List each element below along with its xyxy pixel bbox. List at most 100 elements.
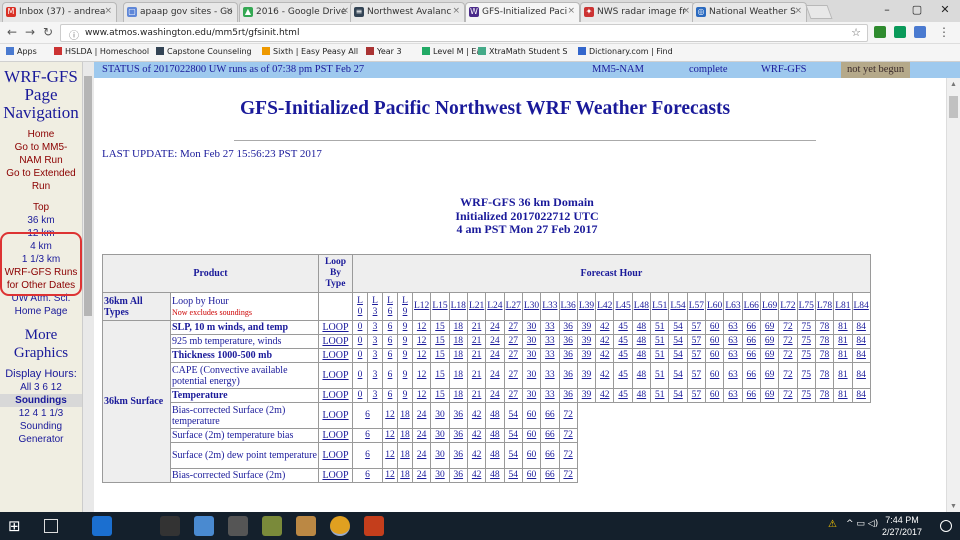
forecast-hour-link[interactable]: 18 bbox=[397, 428, 413, 443]
forecast-hour-link[interactable]: 63 bbox=[723, 334, 743, 349]
forecast-hour-link[interactable]: 6 bbox=[352, 468, 383, 483]
task-view-icon[interactable] bbox=[44, 519, 58, 533]
loop-link[interactable]: LOOP bbox=[318, 362, 353, 389]
forecast-hour-link[interactable]: 42 bbox=[466, 402, 487, 429]
bookmark-item[interactable]: XtraMath Student S bbox=[478, 47, 567, 56]
forecast-hour-link[interactable]: 60 bbox=[704, 388, 725, 403]
maximize-icon[interactable]: ▢ bbox=[902, 0, 932, 22]
loop-hour-link[interactable]: L39 bbox=[576, 292, 597, 321]
forecast-hour-link[interactable]: 33 bbox=[540, 348, 560, 363]
forecast-hour-link[interactable]: 30 bbox=[521, 388, 542, 403]
loop-hour-link[interactable]: L72 bbox=[778, 292, 798, 321]
loop-hour-link[interactable]: L75 bbox=[796, 292, 816, 321]
system-clock[interactable]: 7:44 PM 2/27/2017 bbox=[882, 514, 922, 538]
forecast-hour-link[interactable]: 12 bbox=[382, 468, 398, 483]
browser-tab[interactable]: ◎ National Weather S × bbox=[692, 2, 807, 22]
forecast-hour-link[interactable]: 30 bbox=[521, 320, 542, 335]
forecast-hour-link[interactable]: 18 bbox=[448, 334, 468, 349]
forecast-hour-link[interactable]: 24 bbox=[485, 348, 505, 363]
tab-close-icon[interactable]: × bbox=[682, 6, 690, 16]
forecast-hour-link[interactable]: 27 bbox=[503, 320, 523, 335]
forecast-hour-link[interactable]: 63 bbox=[723, 362, 743, 389]
forecast-hour-link[interactable]: 18 bbox=[397, 468, 413, 483]
forecast-hour-link[interactable]: 60 bbox=[704, 348, 725, 363]
go-extended-link[interactable]: Go to Extended Run bbox=[0, 167, 82, 193]
forecast-hour-link[interactable]: 33 bbox=[540, 388, 560, 403]
new-tab-button[interactable] bbox=[805, 5, 833, 19]
forecast-hour-link[interactable]: 45 bbox=[613, 362, 633, 389]
bookmark-item[interactable]: Sixth | Easy Peasy All bbox=[262, 47, 358, 56]
forecast-hour-link[interactable]: 33 bbox=[540, 362, 560, 389]
loop-hour-link[interactable]: L42 bbox=[595, 292, 615, 321]
forecast-hour-link[interactable]: 9 bbox=[397, 348, 413, 363]
browser-tab[interactable]: ✦ NWS radar image fr × bbox=[580, 2, 695, 22]
loop-hour-link[interactable]: L 6 bbox=[382, 292, 398, 321]
forecast-hour-link[interactable]: 81 bbox=[833, 334, 853, 349]
forecast-hour-link[interactable]: 72 bbox=[778, 388, 798, 403]
browser-tab[interactable]: M Inbox (37) - andrea × bbox=[2, 2, 117, 22]
forecast-hour-link[interactable]: 75 bbox=[796, 334, 816, 349]
browser-tab[interactable]: ▲ 2016 - Google Drive × bbox=[239, 2, 354, 22]
loop-link[interactable]: LOOP bbox=[318, 402, 353, 429]
forecast-hour-link[interactable]: 21 bbox=[466, 348, 487, 363]
calculator-icon[interactable] bbox=[228, 516, 248, 536]
forecast-hour-link[interactable]: 42 bbox=[595, 362, 615, 389]
forecast-hour-link[interactable]: 30 bbox=[430, 428, 450, 443]
forecast-hour-link[interactable]: 48 bbox=[631, 320, 652, 335]
forecast-hour-link[interactable]: 48 bbox=[485, 402, 505, 429]
forecast-hour-link[interactable]: 66 bbox=[741, 320, 761, 335]
forecast-hour-link[interactable]: 57 bbox=[686, 320, 707, 335]
loop-hour-link[interactable]: L21 bbox=[466, 292, 487, 321]
loop-hour-link[interactable]: L81 bbox=[833, 292, 853, 321]
extension-icon[interactable] bbox=[874, 26, 886, 38]
forecast-hour-link[interactable]: 72 bbox=[558, 468, 578, 483]
forecast-hour-link[interactable]: 72 bbox=[778, 362, 798, 389]
loop-hour-link[interactable]: L36 bbox=[558, 292, 578, 321]
forecast-hour-link[interactable]: 36 bbox=[448, 442, 468, 469]
forecast-hour-link[interactable]: 60 bbox=[521, 468, 542, 483]
forecast-hour-link[interactable]: 6 bbox=[382, 348, 398, 363]
forecast-hour-link[interactable]: 51 bbox=[650, 362, 670, 389]
forecast-hour-link[interactable]: 6 bbox=[382, 362, 398, 389]
forecast-hour-link[interactable]: 72 bbox=[558, 402, 578, 429]
forecast-hour-link[interactable]: 30 bbox=[521, 348, 542, 363]
forecast-hour-link[interactable]: 27 bbox=[503, 362, 523, 389]
forecast-hour-link[interactable]: 54 bbox=[503, 468, 523, 483]
info-icon[interactable]: ⓘ bbox=[69, 27, 79, 41]
loop-link[interactable]: LOOP bbox=[318, 388, 353, 403]
reload-icon[interactable]: ↻ bbox=[40, 25, 56, 39]
forecast-hour-link[interactable]: 69 bbox=[759, 334, 780, 349]
loop-hour-link[interactable]: L69 bbox=[759, 292, 780, 321]
forecast-hour-link[interactable]: 72 bbox=[778, 348, 798, 363]
forecast-hour-link[interactable]: 78 bbox=[814, 362, 835, 389]
scroll-up-icon[interactable]: ▲ bbox=[950, 80, 957, 88]
forecast-hour-link[interactable]: 39 bbox=[576, 348, 597, 363]
loop-link[interactable]: LOOP bbox=[318, 348, 353, 363]
forecast-hour-link[interactable]: 81 bbox=[833, 348, 853, 363]
forecast-hour-link[interactable]: 27 bbox=[503, 334, 523, 349]
forecast-hour-link[interactable]: 54 bbox=[503, 402, 523, 429]
forecast-hour-link[interactable]: 30 bbox=[430, 468, 450, 483]
menu-icon[interactable]: ⋮ bbox=[936, 25, 952, 39]
forecast-hour-link[interactable]: 0 bbox=[352, 334, 368, 349]
forecast-hour-link[interactable]: 36 bbox=[558, 388, 578, 403]
forecast-hour-link[interactable]: 45 bbox=[613, 388, 633, 403]
loop-hour-link[interactable]: L48 bbox=[631, 292, 652, 321]
loop-hour-link[interactable]: L 0 bbox=[352, 292, 368, 321]
forecast-hour-link[interactable]: 75 bbox=[796, 388, 816, 403]
url-input[interactable]: ⓘ www.atmos.washington.edu/mm5rt/gfsinit… bbox=[60, 24, 868, 42]
loop-hour-link[interactable]: L33 bbox=[540, 292, 560, 321]
forecast-hour-link[interactable]: 36 bbox=[448, 468, 468, 483]
tab-close-icon[interactable]: × bbox=[104, 6, 112, 16]
forecast-hour-link[interactable]: 36 bbox=[558, 348, 578, 363]
loop-link[interactable]: LOOP bbox=[318, 442, 353, 469]
loop-hour-link[interactable]: L24 bbox=[485, 292, 505, 321]
forecast-hour-link[interactable]: 30 bbox=[521, 334, 542, 349]
app-icon[interactable] bbox=[296, 516, 316, 536]
forecast-hour-link[interactable]: 21 bbox=[466, 320, 487, 335]
forecast-hour-link[interactable]: 3 bbox=[367, 362, 383, 389]
forecast-hour-link[interactable]: 45 bbox=[613, 334, 633, 349]
forecast-hour-link[interactable]: 48 bbox=[485, 442, 505, 469]
forecast-hour-link[interactable]: 57 bbox=[686, 348, 707, 363]
loop-hour-link[interactable]: L51 bbox=[650, 292, 670, 321]
